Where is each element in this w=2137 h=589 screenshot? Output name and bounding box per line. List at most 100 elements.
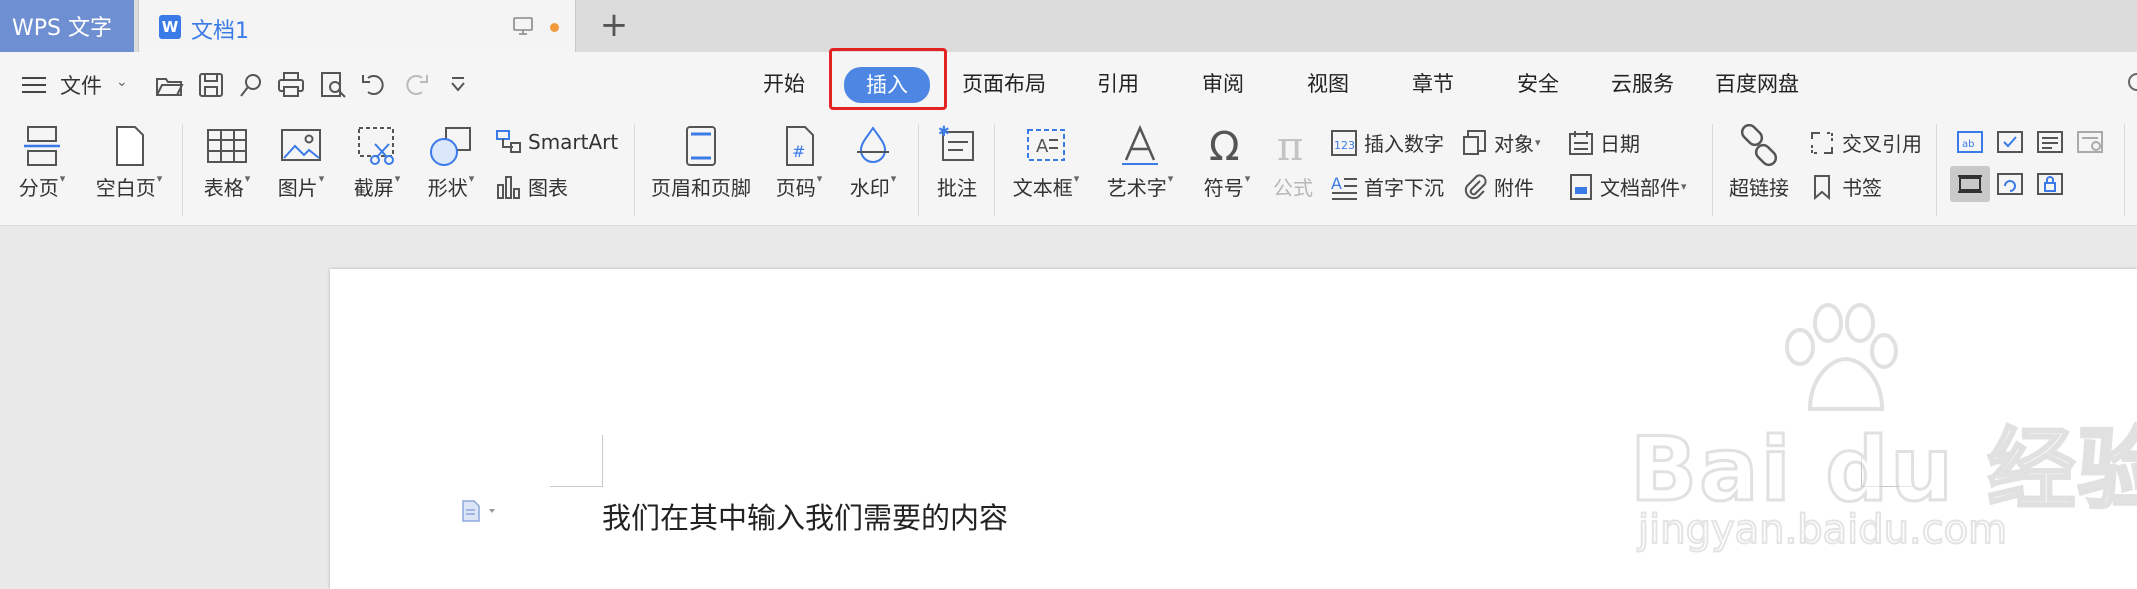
paragraph-options-icon[interactable] [460,499,500,523]
wordart-button[interactable]: 艺术字▾ [1100,124,1180,201]
doc-parts-button[interactable]: 文档部件 ▾ [1568,172,1687,201]
form-textbox-icon[interactable]: ab [1956,130,1984,154]
tab-references[interactable]: 引用 [1097,68,1139,100]
cross-reference-icon [1811,131,1833,154]
cross-reference-label: 交叉引用 [1842,132,1922,156]
tab-home[interactable]: 开始 [763,68,805,100]
bookmark-button[interactable]: 书签 [1808,172,1882,201]
page-break-icon [24,126,60,166]
shape-button[interactable]: 形状▾ [420,124,482,201]
open-folder-icon[interactable] [154,70,184,100]
object-button[interactable]: 对象 ▾ [1462,128,1541,157]
page-break-button[interactable]: 分页▾ [12,124,72,201]
smartart-button[interactable]: SmartArt [494,128,618,156]
tab-cloud-service[interactable]: 云服务 [1611,68,1674,100]
watermark-url-text: jingyan.baidu.com [1637,506,2008,554]
date-button[interactable]: 日期 [1568,128,1640,157]
symbol-label: 符号 [1203,176,1244,200]
svg-text:π: π [1277,124,1303,168]
hyperlink-button[interactable]: 超链接 [1724,124,1794,201]
shape-label: 形状 [427,176,468,200]
hyperlink-label: 超链接 [1729,176,1789,200]
blank-page-button[interactable]: 空白页▾ [88,124,170,201]
word-doc-icon: W [159,15,181,39]
export-pdf-icon[interactable] [236,70,266,100]
app-tab[interactable]: WPS 文字 [0,0,134,52]
text-box-label: 文本框 [1012,176,1073,200]
redo-icon[interactable] [400,70,430,100]
formula-button[interactable]: π 公式 [1268,124,1318,201]
insert-ribbon: 分页▾ 空白页▾ 表格▾ 图片▾ 截屏▾ 形状▾ SmartArt 图表 页眉和… [0,116,2137,226]
monitor-icon[interactable] [513,17,533,35]
unsaved-dot-icon [550,23,559,32]
symbol-button[interactable]: Ω 符号▾ [1196,124,1258,201]
doc-parts-label: 文档部件 [1600,176,1680,200]
svg-text:✱: ✱ [938,124,950,140]
file-menu[interactable]: 文件 [60,70,102,100]
tab-baidu-netdisk[interactable]: 百度网盘 [1715,68,1799,100]
tab-chapter[interactable]: 章节 [1412,68,1454,100]
form-reset-icon[interactable] [1996,172,2024,196]
pi-icon: π [1277,124,1303,168]
comment-label: 批注 [937,176,977,200]
watermark-label: 水印 [849,176,890,200]
comment-button[interactable]: ✱ 批注 [930,124,984,201]
save-icon[interactable] [196,70,226,100]
text-box-button[interactable]: A 文本框▾ [1006,124,1086,201]
header-footer-button[interactable]: 页眉和页脚 [648,124,754,201]
crop-mark [550,486,603,487]
ribbon-separator [634,124,635,216]
ribbon-separator [1712,124,1713,216]
object-icon [1463,129,1486,155]
chart-button[interactable]: 图表 [494,172,568,201]
form-lock-icon[interactable] [2036,172,2064,196]
insert-number-button[interactable]: 123 插入数字 [1330,128,1444,157]
tab-page-layout[interactable]: 页面布局 [962,68,1046,100]
screenshot-label: 截屏 [353,176,394,200]
blank-page-icon [116,126,144,166]
print-preview-icon[interactable] [318,70,348,100]
watermark-button[interactable]: 水印▾ [842,124,904,201]
screenshot-button[interactable]: 截屏▾ [346,124,408,201]
form-field-icon [1958,175,1982,193]
picture-label: 图片 [277,176,318,200]
baidu-watermark: Bai du 经验 jingyan.baidu.com [1629,299,2137,589]
tab-security[interactable]: 安全 [1517,68,1559,100]
drop-cap-label: 首字下沉 [1364,176,1444,200]
drop-cap-button[interactable]: A 首字下沉 [1330,172,1444,201]
form-checkbox-icon[interactable] [1996,130,2024,154]
tab-view[interactable]: 视图 [1307,68,1349,100]
attachment-button[interactable]: 附件 [1462,172,1534,201]
date-label: 日期 [1600,132,1640,156]
document-canvas: 我们在其中输入我们需要的内容 Bai du 经验 jingyan.baidu.c… [0,227,2137,589]
doc-parts-icon [1570,173,1592,200]
document-page[interactable]: 我们在其中输入我们需要的内容 Bai du 经验 jingyan.baidu.c… [330,269,2137,589]
header-footer-icon [686,126,716,166]
svg-text:123: 123 [1334,139,1355,152]
customize-toolbar-icon[interactable] [448,74,468,94]
table-label: 表格 [203,176,244,200]
text-box-icon: A [1027,129,1065,161]
form-list-icon[interactable] [2036,130,2064,154]
app-name: WPS 文字 [12,16,112,41]
page-number-button[interactable]: # 页码▾ [768,124,830,201]
form-field-active-button[interactable] [1950,166,1990,202]
document-tab[interactable]: W 文档1 [138,0,576,52]
cross-reference-button[interactable]: 交叉引用 [1808,128,1922,157]
form-settings-icon[interactable] [2076,130,2104,154]
page-number-icon: # [786,126,814,166]
table-button[interactable]: 表格▾ [196,124,258,201]
tab-review[interactable]: 审阅 [1202,68,1244,100]
hamburger-menu-icon[interactable] [22,76,46,94]
bookmark-icon [1814,174,1830,200]
undo-icon[interactable] [360,70,390,100]
print-icon[interactable] [276,70,306,100]
chevron-down-icon[interactable]: ⌄ [116,74,128,90]
ribbon-separator [994,124,995,216]
new-tab-button[interactable]: + [596,8,632,44]
chart-label: 图表 [528,176,568,200]
picture-button[interactable]: 图片▾ [270,124,332,201]
object-label: 对象 [1494,132,1534,156]
search-icon[interactable] [2122,72,2137,98]
document-body-text[interactable]: 我们在其中输入我们需要的内容 [602,495,1008,537]
